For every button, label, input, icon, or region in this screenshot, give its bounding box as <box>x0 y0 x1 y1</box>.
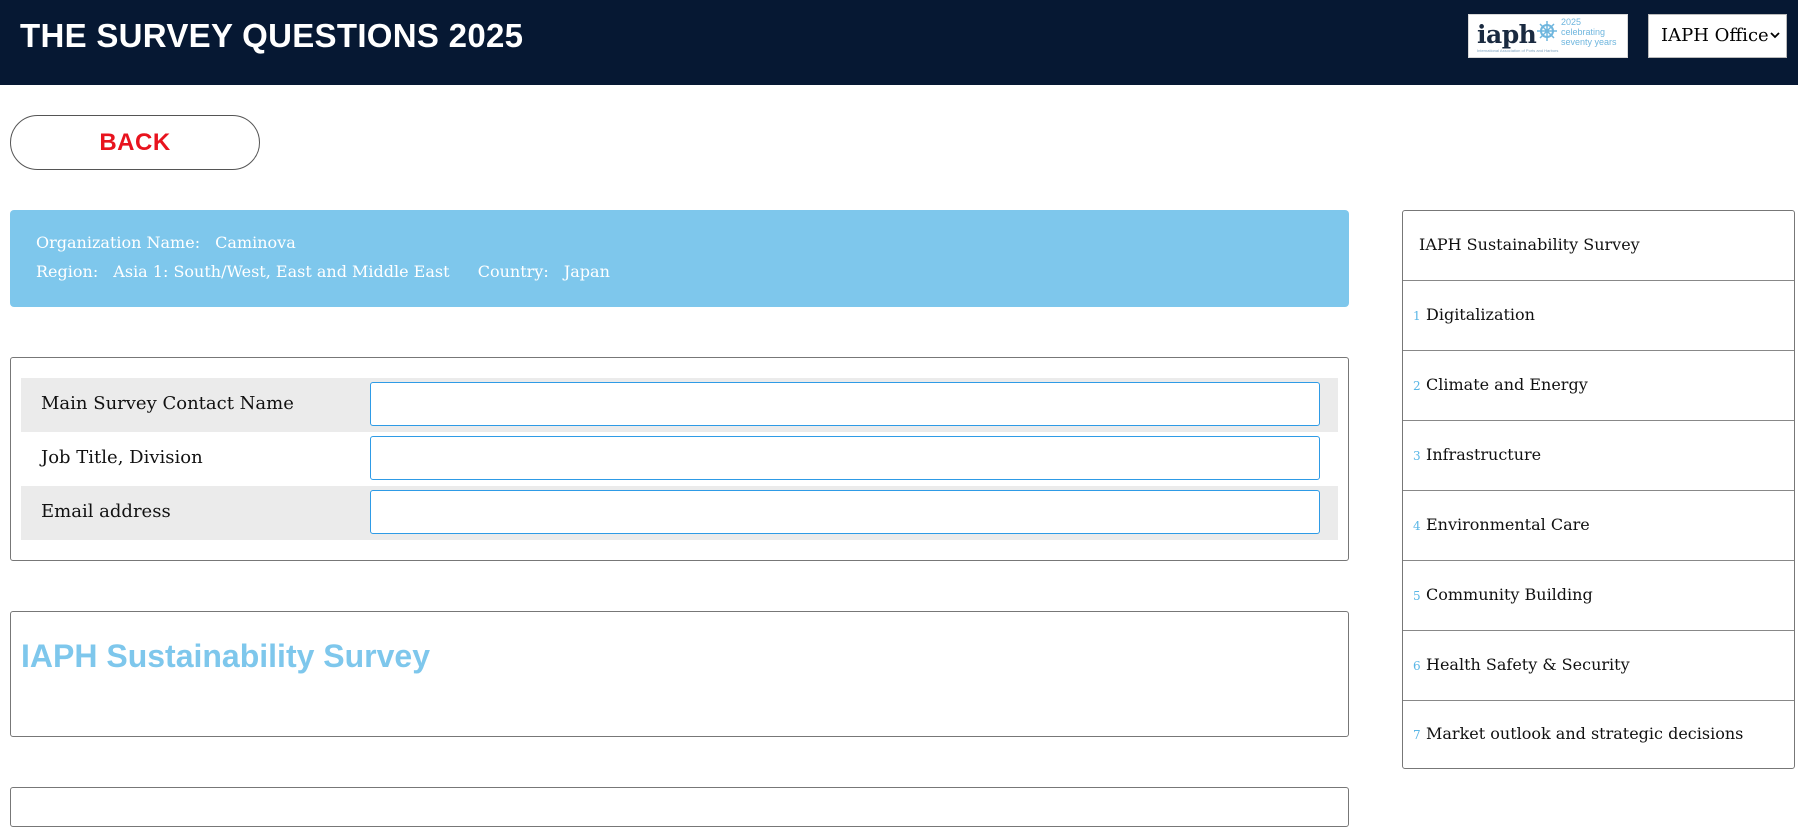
region-row: Region: Asia 1: South/West, East and Mid… <box>36 262 610 281</box>
job-title-label: Job Title, Division <box>41 447 203 468</box>
country-label: Country: <box>477 262 549 281</box>
email-row: Email address <box>21 486 1338 540</box>
country-value: Japan <box>563 262 610 281</box>
sidebar-item-label: Health Safety & Security <box>1426 655 1630 674</box>
sidebar-item-label: Market outlook and strategic decisions <box>1426 724 1744 743</box>
job-title-input[interactable] <box>370 436 1320 480</box>
sidebar-item-label: Community Building <box>1426 585 1593 604</box>
sidebar-item-label: Infrastructure <box>1426 445 1542 464</box>
survey-sidebar-nav: IAPH Sustainability Survey 1 Digitalizat… <box>1402 210 1795 769</box>
sidebar-item-community-building[interactable]: 5 Community Building <box>1403 561 1794 631</box>
logo-fine-print: International Association of Ports and H… <box>1477 48 1559 53</box>
sidebar-item-market-outlook[interactable]: 7 Market outlook and strategic decisions <box>1403 700 1794 770</box>
region-value: Asia 1: South/West, East and Middle East <box>113 262 450 281</box>
ship-wheel-icon <box>1537 21 1557 41</box>
email-input[interactable] <box>370 490 1320 534</box>
org-row: Organization Name: Caminova <box>36 233 296 252</box>
organization-info-panel: Organization Name: Caminova Region: Asia… <box>10 210 1349 307</box>
sidebar-item-number: 5 <box>1413 589 1421 603</box>
sidebar-item-number: 3 <box>1413 449 1421 463</box>
top-bar: THE SURVEY QUESTIONS 2025 iaph 2025 cele… <box>0 0 1798 85</box>
contact-form: Main Survey Contact Name Job Title, Divi… <box>10 357 1349 561</box>
survey-heading: IAPH Sustainability Survey <box>21 638 431 674</box>
sidebar-item-number: 1 <box>1413 309 1421 323</box>
sidebar-item-label: Environmental Care <box>1426 515 1590 534</box>
sidebar-title-item[interactable]: IAPH Sustainability Survey <box>1403 211 1794 281</box>
survey-section: IAPH Sustainability Survey <box>10 611 1349 737</box>
org-name-label: Organization Name: <box>36 233 201 252</box>
sidebar-item-number: 6 <box>1413 659 1421 673</box>
iaph-logo: iaph 2025 celebrating seventy years Inte… <box>1468 14 1628 58</box>
contact-name-input[interactable] <box>370 382 1320 426</box>
sidebar-item-label: Digitalization <box>1426 305 1535 324</box>
sidebar-item-number: 7 <box>1413 728 1421 742</box>
contact-name-row: Main Survey Contact Name <box>21 378 1338 432</box>
contact-name-label: Main Survey Contact Name <box>41 393 294 414</box>
org-name-value: Caminova <box>215 233 296 252</box>
sidebar-item-number: 4 <box>1413 519 1421 533</box>
chevron-down-icon <box>1770 32 1780 39</box>
sidebar-item-health-safety[interactable]: 6 Health Safety & Security <box>1403 631 1794 701</box>
logo-wordmark: iaph <box>1477 20 1537 49</box>
sidebar-item-number: 2 <box>1413 379 1421 393</box>
sidebar-item-label: Climate and Energy <box>1426 375 1588 394</box>
job-title-row: Job Title, Division <box>21 432 1338 486</box>
sidebar-title: IAPH Sustainability Survey <box>1419 235 1640 254</box>
logo-tagline: 2025 celebrating seventy years <box>1561 17 1617 47</box>
sidebar-item-digitalization[interactable]: 1 Digitalization <box>1403 281 1794 351</box>
back-button[interactable]: BACK <box>10 115 260 170</box>
sidebar-item-infrastructure[interactable]: 3 Infrastructure <box>1403 421 1794 491</box>
sidebar-item-climate-energy[interactable]: 2 Climate and Energy <box>1403 351 1794 421</box>
page-title: THE SURVEY QUESTIONS 2025 <box>20 17 524 54</box>
office-select[interactable]: IAPH Office <box>1648 14 1787 58</box>
sidebar-item-environmental-care[interactable]: 4 Environmental Care <box>1403 491 1794 561</box>
region-label: Region: <box>36 262 99 281</box>
office-select-value: IAPH Office <box>1661 25 1769 46</box>
next-section-box <box>10 787 1349 827</box>
email-label: Email address <box>41 501 171 522</box>
